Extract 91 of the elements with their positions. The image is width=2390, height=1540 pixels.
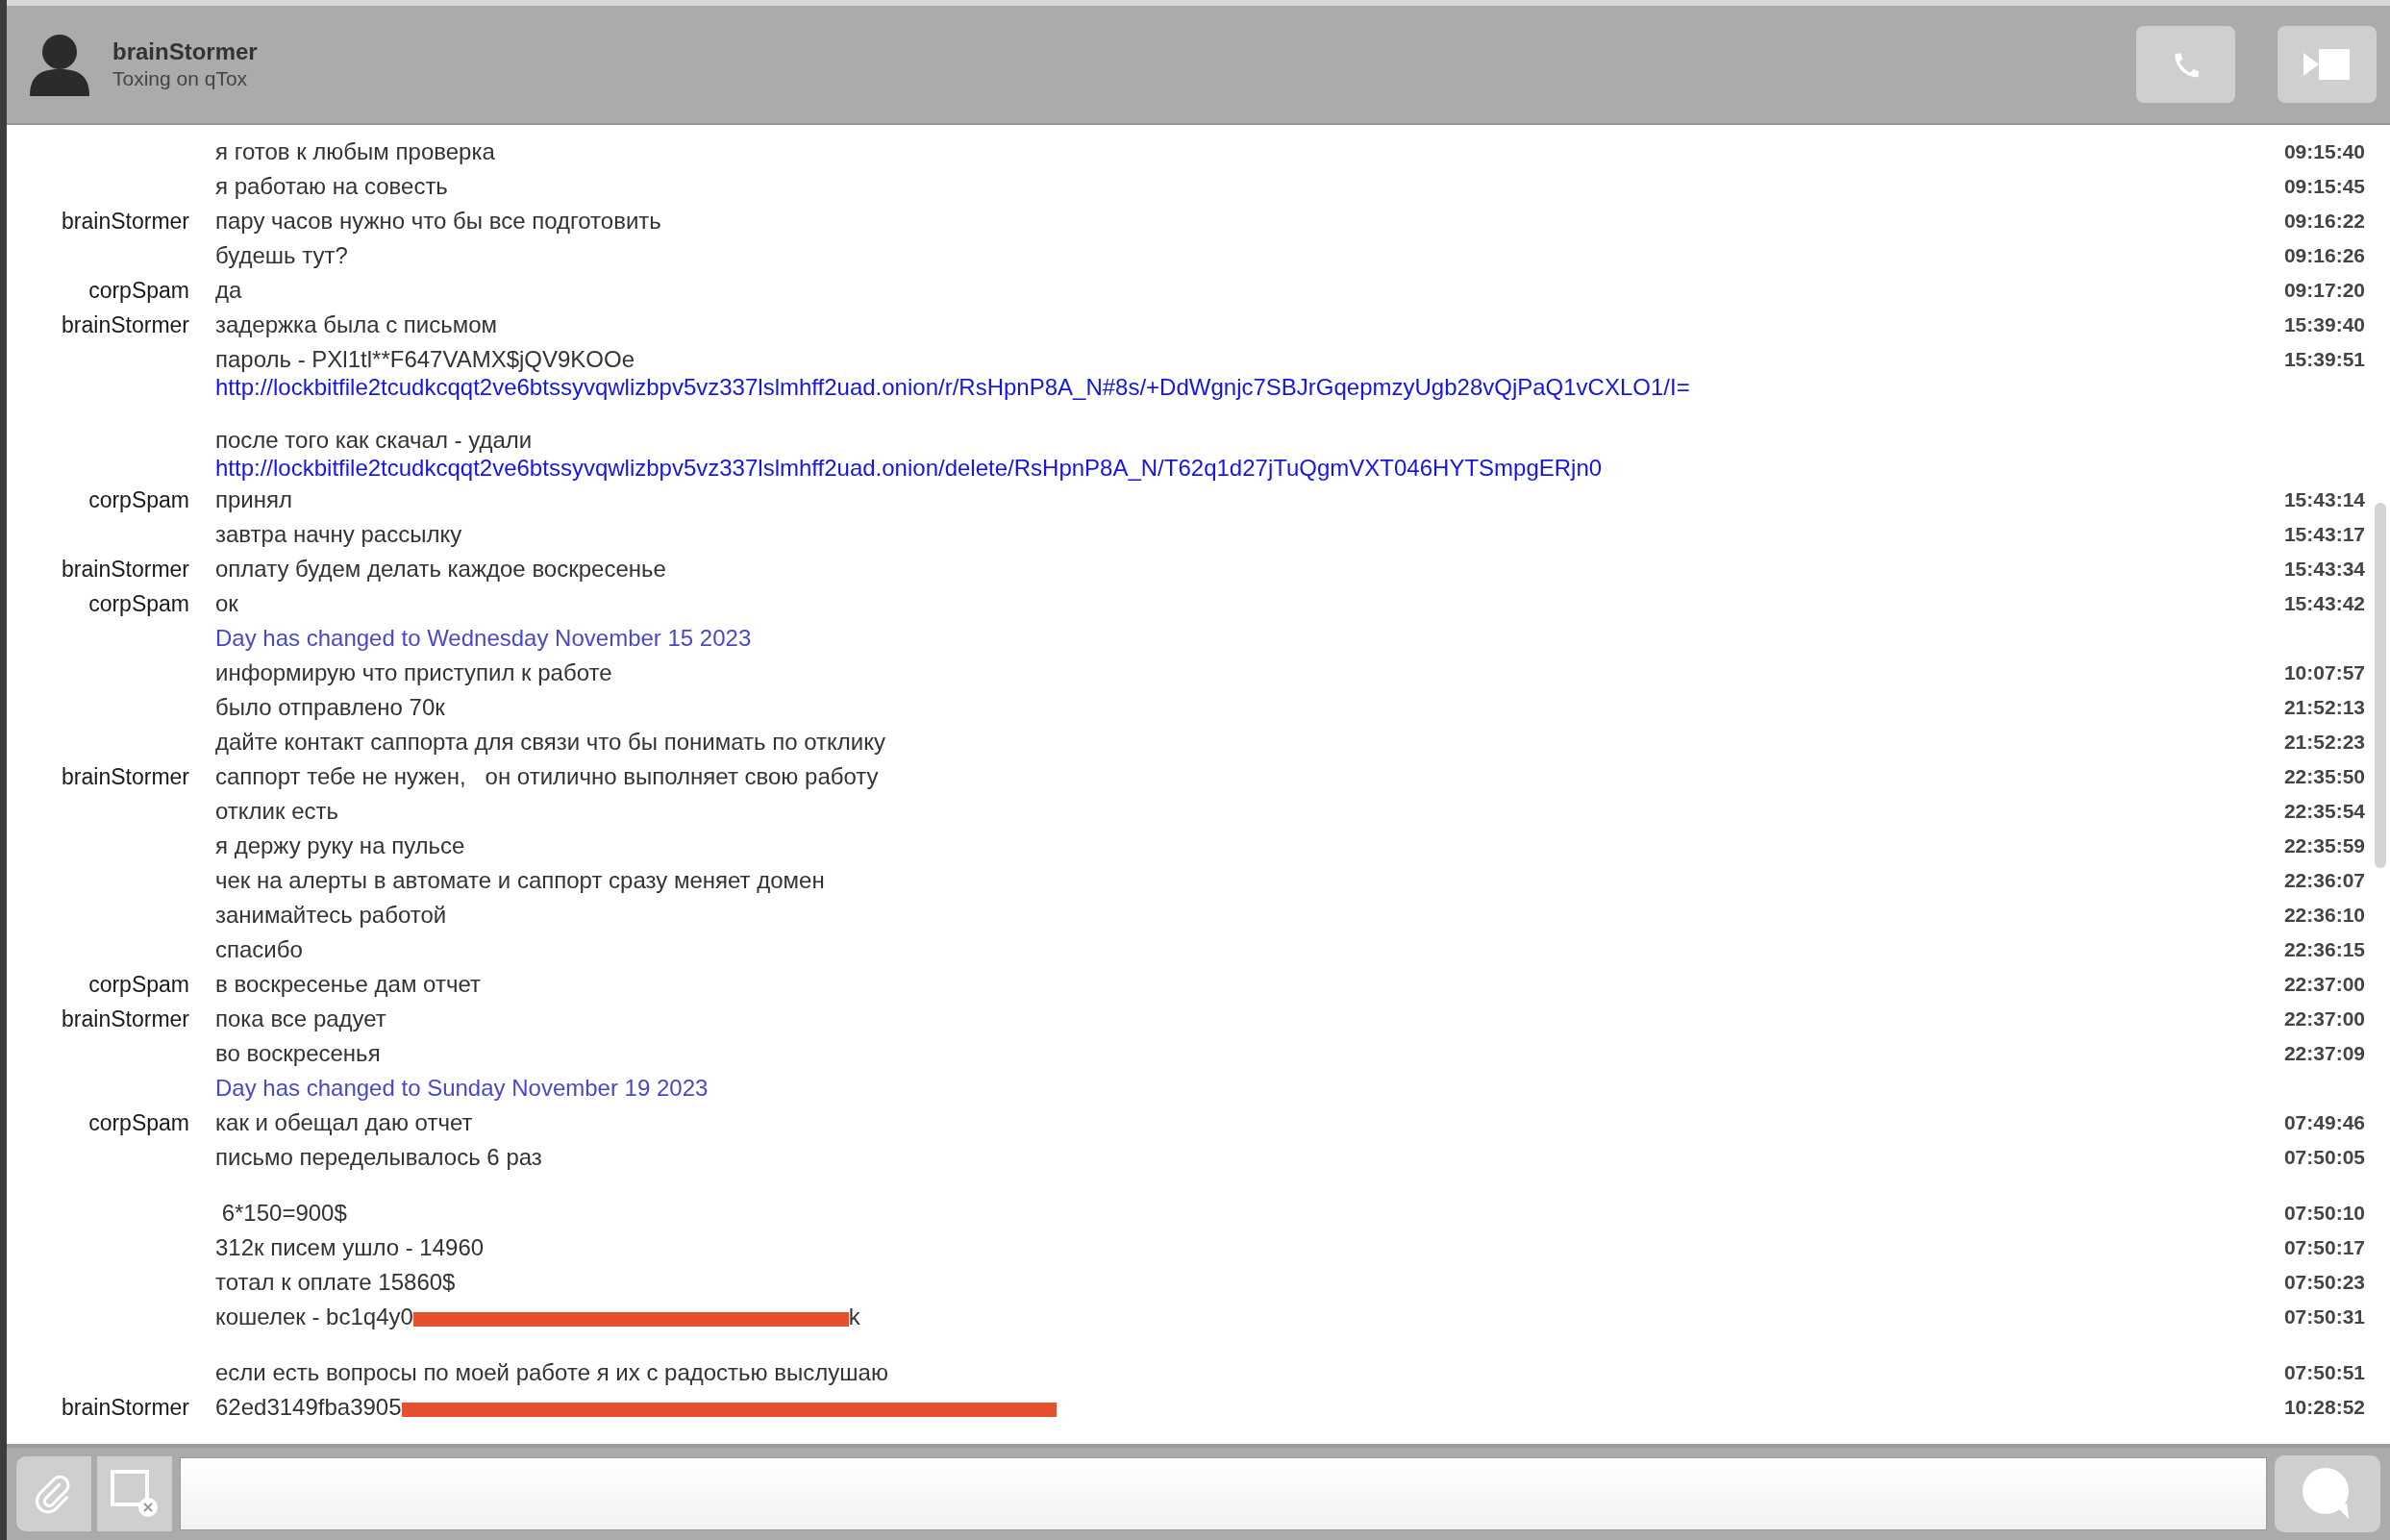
message-text: да (215, 277, 243, 304)
timestamp: 21:52:13 (2283, 696, 2365, 719)
timestamp: 09:16:26 (2283, 244, 2365, 267)
timestamp: 22:35:54 (2283, 800, 2365, 823)
message-text: 62ed3149fba3905 (215, 1394, 402, 1421)
author-name: brainStormer (62, 311, 189, 338)
timestamp: 07:50:17 (2283, 1236, 2365, 1259)
message-text: принял (215, 486, 293, 513)
timestamp: 09:15:40 (2283, 140, 2365, 163)
message-text: 312к писем ушло - 14960 (215, 1234, 485, 1261)
message-text: было отправлено 70к (215, 694, 446, 721)
message-text: тотал к оплате 15860$ (215, 1269, 457, 1296)
message-link[interactable]: http://lockbitfile2tcudkcqqt2ve6btssyvqwlizbpv5vz337lslmhff2uad.onion/r/RsHpnP8A_N#8s/+DdWgnjc7SBJrGqepmzyUgb28vQjPaQ1vCXLO1/I= (215, 374, 2195, 401)
author-name: brainStormer (62, 1006, 189, 1032)
timestamp: 15:43:14 (2283, 488, 2365, 511)
message-text: оплату будем делать каждое воскресенье (215, 556, 667, 583)
message-text: как и обещал даю отчет (215, 1109, 474, 1136)
timestamp: 10:28:52 (2283, 1396, 2365, 1419)
timestamp: 22:36:07 (2283, 869, 2365, 892)
message-text: ок (215, 590, 239, 617)
message-text: пару часов нужно что бы все подготовить (215, 208, 662, 235)
timestamp: 15:43:17 (2283, 523, 2365, 546)
message-text: пароль - PXl1tl**F647VAMX$jQV9KOOe (215, 346, 636, 373)
message-link[interactable]: http://lockbitfile2tcudkcqqt2ve6btssyvqwlizbpv5vz337lslmhff2uad.onion/delete/RsHpnP8A_N/T62q1d27jTuQgmVXT046HYTSmpgERjn0 (215, 455, 2195, 482)
author-name: corpSpam (88, 486, 189, 513)
message-text: в воскресенье дам отчет (215, 971, 482, 998)
avatar-icon (30, 33, 89, 96)
screenshot-button[interactable] (97, 1456, 172, 1531)
day-change-notice: Day has changed to Sunday November 19 2023 (215, 1075, 710, 1102)
message-text: чек на алерты в автомате и саппорт сразу меняет домен (215, 867, 826, 894)
timestamp: 21:52:23 (2283, 731, 2365, 754)
message-text: k (848, 1304, 860, 1330)
message-text: во воскресенья (215, 1040, 382, 1067)
author-name: corpSpam (88, 971, 189, 998)
attach-file-button[interactable] (16, 1456, 91, 1531)
timestamp: 22:36:15 (2283, 938, 2365, 961)
timestamp: 22:37:09 (2283, 1042, 2365, 1065)
author-name: brainStormer (62, 763, 189, 790)
timestamp: 07:50:23 (2283, 1271, 2365, 1294)
screenshot-icon (110, 1469, 160, 1519)
timestamp: 15:43:42 (2283, 592, 2365, 615)
author-name: brainStormer (62, 1394, 189, 1421)
message-text: я работаю на совесть (215, 173, 449, 200)
contact-status: Toxing on qTox (112, 67, 249, 90)
timestamp: 22:36:10 (2283, 904, 2365, 927)
message-text: задержка была с письмом (215, 311, 499, 338)
message-input[interactable] (180, 1457, 2267, 1530)
timestamp: 09:17:20 (2283, 279, 2365, 302)
author-name: brainStormer (62, 556, 189, 583)
message-text: информирую что приступил к работе (215, 659, 613, 686)
timestamp: 07:50:31 (2283, 1305, 2365, 1329)
message-text: пока все радует (215, 1006, 387, 1032)
timestamp: 22:35:50 (2283, 765, 2365, 788)
author-name: corpSpam (88, 590, 189, 617)
timestamp: 07:50:05 (2283, 1146, 2365, 1169)
timestamp: 15:43:34 (2283, 558, 2365, 581)
author-name: corpSpam (88, 277, 189, 304)
message-text: если есть вопросы по моей работе я их с радостью выслушаю (215, 1359, 889, 1386)
message-text: 6*150=900$ (220, 1200, 348, 1227)
message-text: отклик есть (215, 798, 339, 825)
timestamp: 09:15:45 (2283, 175, 2365, 198)
message-text: письмо переделывалось 6 раз (215, 1144, 543, 1171)
day-change-notice: Day has changed to Wednesday November 15 2023 (215, 625, 753, 652)
call-button[interactable] (2136, 26, 2235, 103)
message-text: завтра начну рассылку (215, 521, 463, 548)
timestamp: 07:50:51 (2283, 1361, 2365, 1384)
message-text: дайте контакт саппорта для связи что бы понимать по отклику (215, 729, 886, 756)
timestamp: 22:35:59 (2283, 834, 2365, 857)
message-text: саппорт тебе не нужен, он отилично выполняет свою работу (215, 763, 880, 790)
video-call-button[interactable] (2278, 26, 2377, 103)
timestamp: 22:37:00 (2283, 973, 2365, 996)
timestamp: 10:07:57 (2283, 661, 2365, 684)
timestamp: 07:50:10 (2283, 1202, 2365, 1225)
message-text: я держу руку на пульсе (215, 832, 466, 859)
message-text: занимайтесь работой (215, 902, 448, 929)
timestamp: 22:37:00 (2283, 1007, 2365, 1031)
author-name: brainStormer (62, 208, 189, 235)
send-button[interactable] (2275, 1455, 2380, 1532)
message-text: кошелек - bc1q4y0 (215, 1304, 413, 1330)
scrollbar-thumb[interactable] (2375, 503, 2386, 868)
contact-name: brainStormer (112, 38, 259, 65)
timestamp: 15:39:51 (2283, 348, 2365, 371)
timestamp: 07:49:46 (2283, 1111, 2365, 1134)
message-text: я готов к любым проверка (215, 138, 496, 165)
timestamp: 09:16:22 (2283, 210, 2365, 233)
message-text: спасибо (215, 936, 304, 963)
video-camera-icon (2303, 47, 2352, 82)
timestamp: 15:39:40 (2283, 313, 2365, 336)
message-text: после того как скачал - удали (215, 427, 534, 454)
message-text: будешь тут? (215, 242, 349, 269)
author-name: corpSpam (88, 1109, 189, 1136)
